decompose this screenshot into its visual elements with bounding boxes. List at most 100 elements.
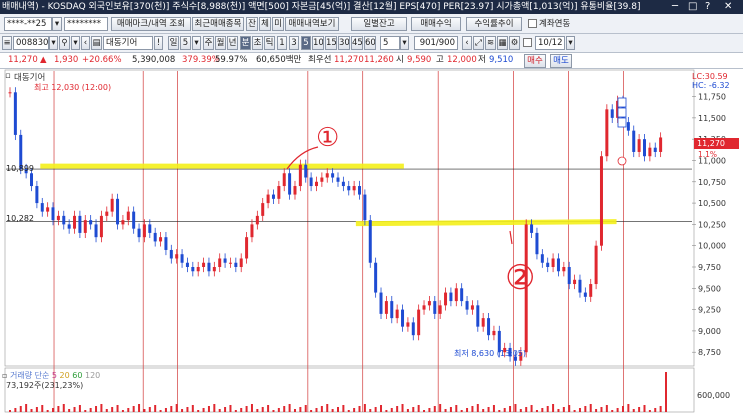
calendar-icon[interactable]: ▾ bbox=[566, 36, 575, 50]
interval-30-button[interactable]: 30 bbox=[338, 36, 350, 50]
close-icon[interactable]: ✕ bbox=[724, 0, 732, 14]
scroll-left-icon[interactable]: ‹ bbox=[462, 36, 472, 50]
help-icon[interactable]: ? bbox=[705, 0, 710, 14]
candle-body bbox=[530, 224, 534, 233]
account-dropdown-icon[interactable]: ▾ bbox=[52, 17, 62, 31]
candle-body bbox=[142, 224, 146, 238]
period-day-count[interactable]: 5 bbox=[180, 36, 191, 50]
volume-bar bbox=[654, 408, 657, 412]
interval-60-button[interactable]: 60 bbox=[364, 36, 376, 50]
candle-body bbox=[99, 215, 103, 238]
period-week-button[interactable]: 주 bbox=[203, 36, 214, 50]
daily-balance-button[interactable]: 일별잔고 bbox=[351, 17, 407, 31]
period-tick-button[interactable]: 틱 bbox=[264, 36, 275, 50]
period-second-button[interactable]: 초 bbox=[252, 36, 263, 50]
return-trend-button[interactable]: 수익률추이 bbox=[466, 17, 522, 31]
interval-1-button[interactable]: 1 bbox=[277, 36, 287, 50]
interval-3-button[interactable]: 3 bbox=[289, 36, 299, 50]
high-label: 고 bbox=[436, 55, 444, 65]
candle-body bbox=[417, 309, 421, 336]
date-checkbox[interactable] bbox=[523, 38, 532, 47]
candle-body bbox=[411, 322, 415, 336]
stock-code-dropdown-icon[interactable]: ▾ bbox=[49, 36, 58, 50]
volume-bar bbox=[423, 410, 426, 412]
volume-value-label: 73,192주(231,23%) bbox=[6, 381, 84, 390]
layout-icon[interactable]: ▦ bbox=[497, 36, 508, 50]
interval-10-button[interactable]: 10 bbox=[312, 36, 324, 50]
candle-body bbox=[605, 109, 609, 157]
volume-bar bbox=[154, 405, 157, 412]
current-price: 11,270 bbox=[8, 55, 38, 65]
interval-45-button[interactable]: 45 bbox=[351, 36, 363, 50]
date-input[interactable]: 10/12 bbox=[535, 36, 565, 50]
period-dropdown-icon[interactable]: ▾ bbox=[192, 36, 201, 50]
stock-info-icon[interactable]: ▤ bbox=[91, 36, 102, 50]
candle-body bbox=[78, 215, 82, 233]
y-axis-label: 9,000 bbox=[698, 327, 721, 336]
candle-body bbox=[470, 305, 474, 310]
filled-button[interactable]: 체 bbox=[259, 17, 271, 31]
stock-name-field[interactable]: 대동기어 bbox=[103, 36, 153, 50]
chart-collapse-icon[interactable]: ▫ bbox=[5, 71, 11, 81]
trade-marker-icon bbox=[617, 97, 627, 108]
candle-body bbox=[368, 220, 372, 263]
volume-bar bbox=[175, 404, 178, 412]
candle-body bbox=[159, 237, 163, 242]
volume-collapse-icon[interactable]: ▫ bbox=[2, 371, 7, 380]
alert-icon[interactable]: ! bbox=[154, 36, 163, 50]
volume-bar bbox=[337, 407, 339, 412]
volume-bar bbox=[283, 406, 286, 412]
recent-stocks-button[interactable]: 최근매매종목 bbox=[192, 17, 244, 31]
trade-profit-button[interactable]: 매매수익 bbox=[411, 17, 461, 31]
volume-bar bbox=[186, 407, 189, 412]
volume-bar bbox=[562, 407, 565, 412]
period-year-button[interactable]: 년 bbox=[227, 36, 238, 50]
stock-code-input[interactable]: 008830 bbox=[13, 36, 49, 50]
compare-icon[interactable]: ≋ bbox=[485, 36, 496, 50]
volume-bar bbox=[288, 404, 291, 412]
y-axis-label: 10,250 bbox=[698, 220, 726, 229]
balance-button[interactable]: 잔 bbox=[246, 17, 258, 31]
sell-button[interactable]: 매도 bbox=[550, 54, 572, 68]
trade-history-button[interactable]: 매매내역보기 bbox=[285, 17, 339, 31]
volume-bar bbox=[659, 406, 662, 412]
maximize-icon[interactable]: □ bbox=[688, 0, 697, 14]
candle-body bbox=[573, 279, 577, 285]
prev-stock-icon[interactable]: ‹ bbox=[81, 36, 90, 50]
candle-body bbox=[626, 122, 630, 131]
candle-body bbox=[481, 318, 485, 327]
period-day-button[interactable]: 일 bbox=[168, 36, 179, 50]
zoom-icon[interactable]: ⤢ bbox=[473, 36, 484, 50]
candle-body bbox=[406, 322, 410, 327]
chart-area[interactable]: 11,75011,50011,25011,00010,75010,50010,2… bbox=[0, 69, 743, 413]
minimize-icon[interactable]: ─ bbox=[672, 0, 678, 14]
buy-button[interactable]: 매수 bbox=[524, 54, 546, 68]
volume-bar bbox=[326, 404, 329, 412]
price-chart[interactable]: 11,75011,50011,25011,00010,75010,50010,2… bbox=[0, 69, 743, 413]
password-input[interactable]: ******** bbox=[64, 17, 108, 31]
interval-5-button[interactable]: 5 bbox=[301, 36, 311, 50]
interval-15-button[interactable]: 15 bbox=[325, 36, 337, 50]
period-month-button[interactable]: 월 bbox=[215, 36, 226, 50]
candle-body bbox=[169, 249, 173, 259]
trade-mark-query-button[interactable]: 매매마크/내역 조회 bbox=[111, 17, 191, 31]
ask-price: 11,270 bbox=[334, 55, 364, 65]
settings-gear-icon[interactable]: ⚙ bbox=[509, 36, 520, 50]
interval-input[interactable]: 5 bbox=[380, 36, 400, 50]
candle-body bbox=[659, 137, 663, 152]
volume-bar bbox=[401, 404, 404, 412]
search-dropdown-icon[interactable]: ▾ bbox=[71, 36, 80, 50]
interval-dropdown-icon[interactable]: ▾ bbox=[400, 36, 409, 50]
candle-body bbox=[51, 207, 55, 221]
menu-icon[interactable]: ≡ bbox=[2, 36, 12, 50]
volume-bar bbox=[605, 405, 608, 412]
period-minute-button[interactable]: 분 bbox=[240, 36, 251, 50]
account-link-checkbox[interactable] bbox=[528, 19, 537, 28]
count-input[interactable]: 901/900 bbox=[414, 36, 458, 50]
candle-body bbox=[460, 288, 464, 302]
volume-ma-120: 120 bbox=[85, 371, 101, 380]
search-icon[interactable]: ⚲ bbox=[59, 36, 70, 50]
unfilled-button[interactable]: 미 bbox=[272, 17, 284, 31]
volume-bar bbox=[35, 407, 38, 412]
account-input[interactable]: ****-**25 bbox=[4, 17, 52, 31]
